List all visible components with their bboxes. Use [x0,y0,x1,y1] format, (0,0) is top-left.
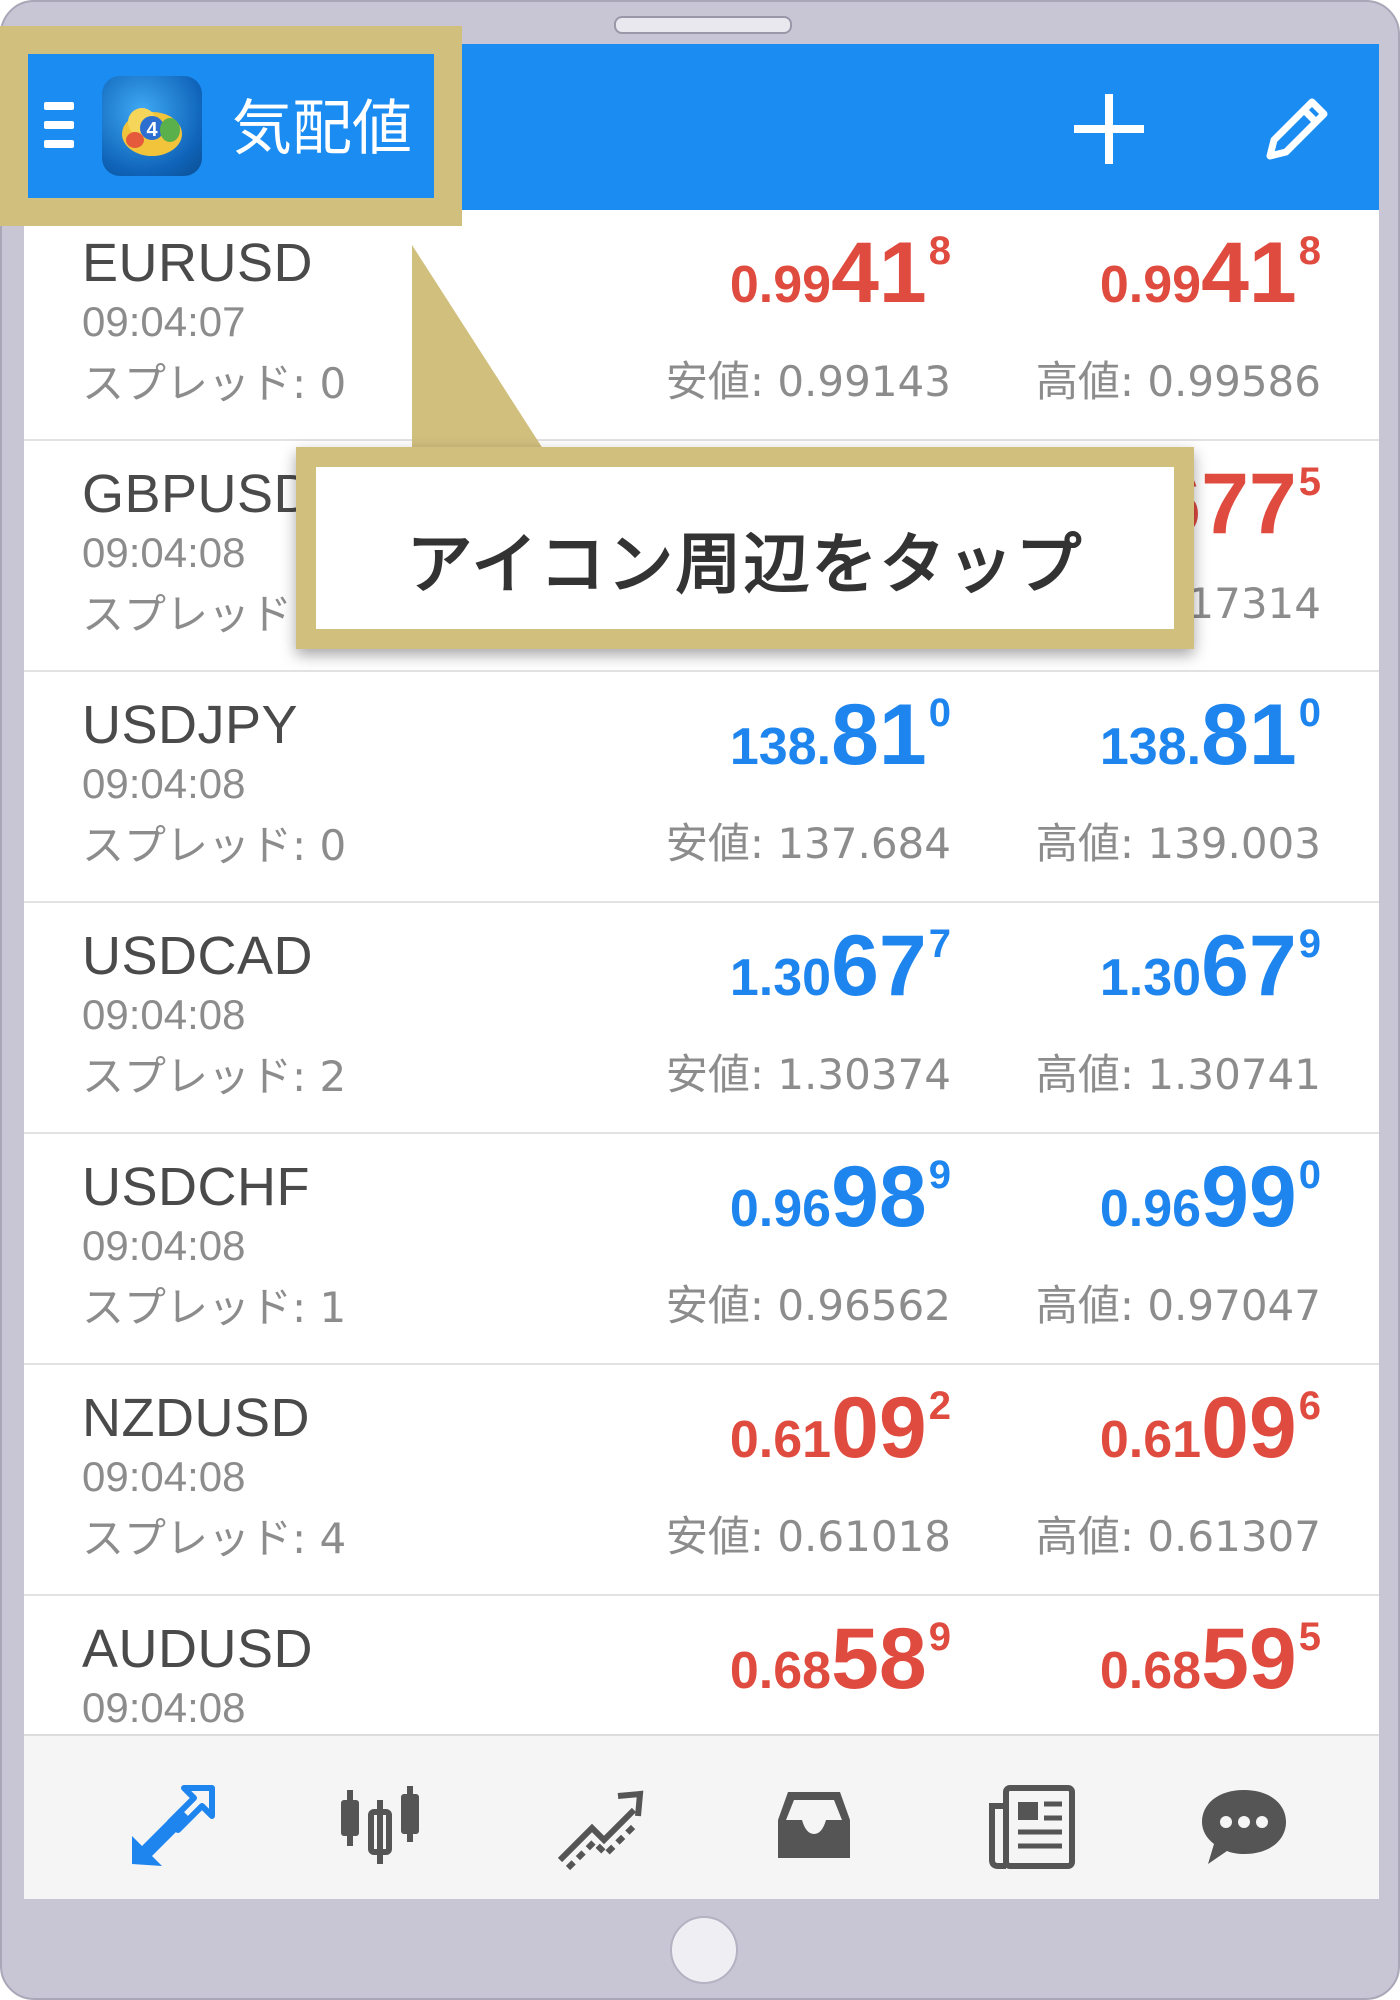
high-price: 高値: 0.99586 [1035,357,1321,406]
bid-price: 138.810 [729,687,951,783]
quote-row[interactable]: NZDUSD 09:04:08 スプレッド: 4 0.61092 0.61096… [24,1365,1379,1596]
inbox-tray-icon [778,1792,850,1858]
low-price: 安値: 1.30374 [665,1050,951,1099]
nav-charts[interactable] [330,1776,430,1876]
pencil-icon [1266,98,1328,160]
low-price: 安値: 0.61018 [665,1512,951,1561]
bid-price: 0.61092 [729,1380,951,1476]
symbol-name: USDJPY [82,695,299,755]
high-price: .17314 [1174,579,1321,628]
quote-time: 09:04:08 [82,529,246,576]
ask-price: 0.99418 [1099,225,1321,321]
bid-price: 0.96989 [729,1149,951,1245]
quote-row[interactable]: EURUSD 09:04:07 スプレッド: 0 0.99418 0.99418… [24,210,1379,441]
ask-price: 0.68595 [1099,1611,1321,1707]
spread-label: スプレッド: 0 [82,359,347,408]
callout-pointer-icon [412,245,547,455]
symbol-name: USDCHF [82,1157,310,1217]
symbol-name: NZDUSD [82,1388,310,1448]
quote-time: 09:04:08 [82,1222,246,1269]
quote-row[interactable]: USDCHF 09:04:08 スプレッド: 1 0.96989 0.96990… [24,1134,1379,1365]
ask-price: 138.810 [1099,687,1321,783]
news-icon [989,1785,1075,1869]
nav-trade[interactable] [548,1776,648,1876]
candlestick-chart-icon [341,1786,419,1864]
low-price: 安値: 0.96562 [665,1281,951,1330]
high-price: 高値: 0.97047 [1035,1281,1321,1330]
high-price: 高値: 139.003 [1035,819,1321,868]
quote-time: 09:04:08 [82,991,246,1038]
symbol-name: GBPUSD [82,464,314,524]
plus-icon [1074,94,1144,164]
ask-price: 0.96990 [1099,1149,1321,1245]
bid-price: 0.68589 [729,1611,951,1707]
quote-row[interactable]: USDJPY 09:04:08 スプレッド: 0 138.810 138.810… [24,672,1379,903]
quote-time: 09:04:08 [82,1684,246,1731]
callout-box: アイコン周辺をタップ [296,447,1194,649]
nav-chat[interactable] [1194,1776,1294,1876]
ask-price: 0.61096 [1099,1380,1321,1476]
symbol-name: USDCAD [82,926,314,986]
symbol-name: AUDUSD [82,1619,314,1679]
app-screen: 4 気配値 EURUSD 09:04:07 スプレッド: 0 0.99418 0… [24,44,1379,1899]
chat-bubble-icon [1202,1790,1286,1864]
quote-time: 09:04:07 [82,298,246,345]
spread-label: スプレッド: 4 [82,1514,347,1563]
quote-row[interactable]: USDCAD 09:04:08 スプレッド: 2 1.30677 1.30679… [24,903,1379,1134]
low-price: 安値: 137.684 [665,819,951,868]
home-button[interactable] [670,1916,738,1984]
nav-inbox[interactable] [764,1776,864,1876]
bid-price: 1.30677 [729,918,951,1014]
low-price: 安値: 0.99143 [665,357,951,406]
quotes-arrows-icon [132,1785,215,1866]
high-price: 高値: 1.30741 [1035,1050,1321,1099]
quote-time: 09:04:08 [82,760,246,807]
bid-price: 0.99418 [729,225,951,321]
trade-lines-icon [557,1790,644,1871]
add-symbol-button[interactable] [1064,84,1154,174]
symbol-name: EURUSD [82,233,314,293]
device-speaker [614,16,792,34]
spread-label: スプレッド: 1 [82,1283,347,1332]
callout-text: アイコン周辺をタップ [406,526,1084,603]
high-price: 高値: 0.61307 [1035,1512,1321,1561]
highlight-frame [0,26,462,226]
bottom-nav [24,1734,1379,1899]
ask-price: 1.30679 [1099,918,1321,1014]
spread-label: スプレッド: 0 [82,821,347,870]
edit-button[interactable] [1252,84,1342,174]
nav-news[interactable] [982,1776,1082,1876]
spread-label: スプレッド: 2 [82,1052,347,1101]
spread-label: スプレッド [82,590,293,639]
quote-time: 09:04:08 [82,1453,246,1500]
nav-quotes[interactable] [122,1776,222,1876]
device-frame: 4 気配値 EURUSD 09:04:07 スプレッド: 0 0.99418 0… [0,0,1400,2000]
